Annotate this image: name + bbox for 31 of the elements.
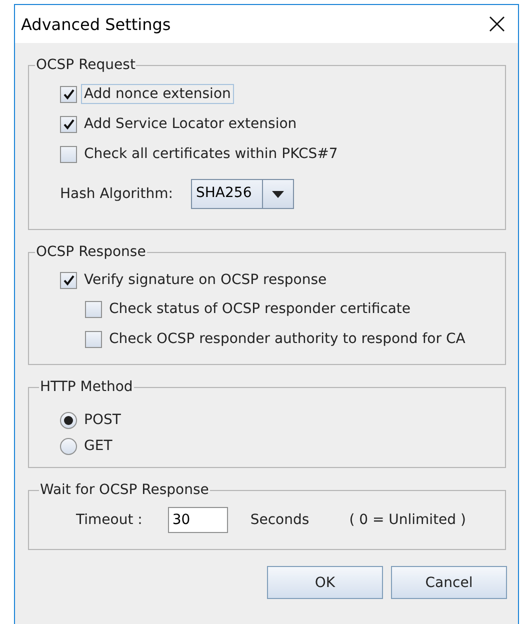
close-icon [488,15,506,33]
group-title: Wait for OCSP Response [39,482,210,498]
checkbox[interactable] [60,272,77,288]
ok-button[interactable]: OK [267,566,383,599]
hint-text: ( 0 = Unlimited ) [349,512,466,528]
radio-label[interactable]: GET [81,436,116,456]
checkbox[interactable] [85,300,102,318]
checkbox-label[interactable]: Verify signature on OCSP response [81,270,330,290]
checkbox-label[interactable]: Check OCSP responder authority to respond for CA [106,329,468,349]
checkbox-label[interactable]: Add Service Locator extension [81,114,300,134]
checkbox-label[interactable]: Add nonce extension [81,84,234,104]
group-title: OCSP Request [35,57,136,73]
checkbox-label[interactable]: Check status of OCSP responder certificate [106,299,414,319]
unit-label: Seconds [250,512,310,528]
checkbox[interactable] [60,116,77,132]
radio-button[interactable] [60,438,77,454]
cancel-button[interactable]: Cancel [391,566,507,599]
radio-button[interactable] [60,412,77,428]
checkbox[interactable] [60,86,77,102]
timeout-field[interactable]: 30 [168,507,228,533]
checkbox[interactable] [60,146,77,162]
caret-icon [272,190,284,198]
group-title: OCSP Response [35,244,147,260]
checkbox-label[interactable]: Check all certificates within PKCS#7 [81,144,341,164]
checkbox[interactable] [85,330,102,348]
group-title: HTTP Method [39,379,134,395]
field-label: Timeout : [76,512,142,528]
window-title: Advanced Settings [21,14,171,34]
field-label: Hash Algorithm: [60,186,174,202]
radio-label[interactable]: POST [81,410,124,430]
hash-algorithm-dropdown[interactable]: SHA256 [191,179,294,209]
